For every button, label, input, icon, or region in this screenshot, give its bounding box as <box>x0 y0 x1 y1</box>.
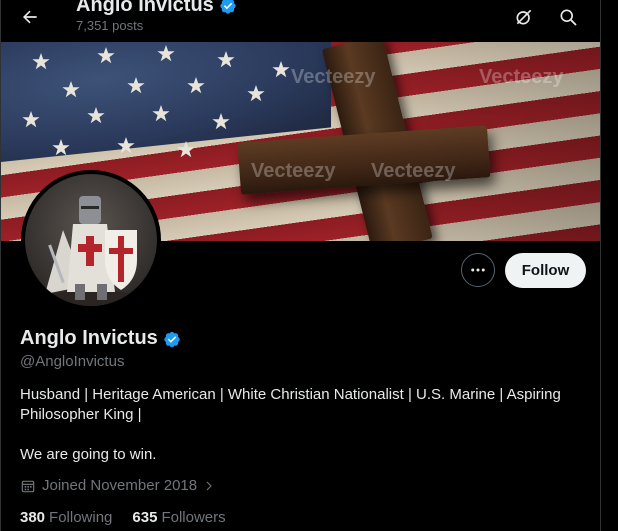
grok-button[interactable] <box>511 4 537 30</box>
profile-name-row: Anglo Invictus <box>20 327 181 350</box>
arrow-left-icon <box>23 10 37 24</box>
header-title: Anglo Invictus <box>76 0 214 16</box>
top-bar: Anglo Invictus 7,351 posts <box>1 0 600 42</box>
display-name: Anglo Invictus <box>20 327 158 349</box>
bio-line: We are going to win. <box>20 446 157 463</box>
follow-button[interactable]: Follow <box>505 253 586 288</box>
follow-stats: 380 Following 635 Followers <box>20 509 226 526</box>
join-date-row[interactable]: Joined November 2018 <box>20 477 215 494</box>
calendar-icon <box>21 480 35 492</box>
bio-line: Husband | Heritage American | White Chri… <box>20 386 561 423</box>
following-label: Following <box>49 509 113 526</box>
post-count: 7,351 posts <box>76 18 144 33</box>
watermark: Vecteezy <box>479 66 564 88</box>
search-icon <box>560 9 577 26</box>
chevron-right-icon <box>206 481 212 490</box>
followers-count: 635 <box>132 509 158 526</box>
join-date: Joined November 2018 <box>42 477 198 494</box>
verified-badge-icon <box>219 0 237 15</box>
following-link[interactable]: 380 Following <box>20 509 112 526</box>
user-handle: @AngloInvictus <box>20 353 125 370</box>
search-button[interactable] <box>555 4 581 30</box>
profile-page: Vecteezy Vecteezy Vecteezy Vecteezy Angl… <box>0 0 601 531</box>
followers-label: Followers <box>161 509 226 526</box>
grok-icon <box>516 9 532 25</box>
followers-link[interactable]: 635 Followers <box>132 509 225 526</box>
more-button[interactable] <box>461 253 495 287</box>
avatar[interactable] <box>21 170 161 310</box>
verified-badge-icon[interactable] <box>163 330 181 348</box>
watermark: Vecteezy <box>371 160 456 182</box>
watermark: Vecteezy <box>251 160 336 182</box>
knight-avatar-image <box>41 196 141 306</box>
following-count: 380 <box>20 509 46 526</box>
watermark: Vecteezy <box>291 66 376 88</box>
profile-bio: Husband | Heritage American | White Chri… <box>20 385 590 465</box>
header-title-block: Anglo Invictus 7,351 posts <box>76 0 237 33</box>
back-button[interactable] <box>13 0 47 34</box>
more-horizontal-icon <box>471 268 485 272</box>
